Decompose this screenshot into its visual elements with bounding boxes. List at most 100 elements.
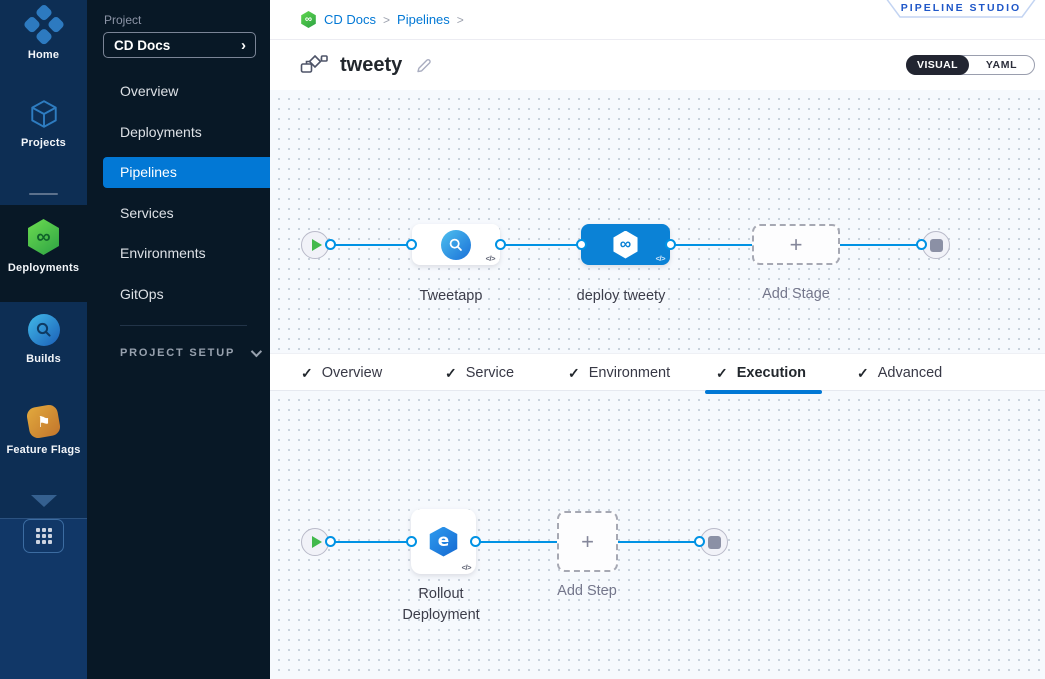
- execution-canvas[interactable]: [270, 391, 1045, 679]
- tab-label: Service: [466, 365, 514, 381]
- tab-label: Execution: [737, 365, 806, 381]
- rail-item-label: Deployments: [8, 262, 79, 274]
- edit-pipeline-button[interactable]: [414, 56, 433, 75]
- check-icon: ✓: [568, 365, 580, 382]
- pipeline-icon: [300, 54, 328, 76]
- plus-icon: +: [790, 234, 803, 256]
- feature-flags-icon: ⚑: [26, 404, 62, 440]
- rail-item-label: Builds: [26, 353, 61, 365]
- grid-icon: [36, 528, 52, 544]
- projects-cube-icon: [28, 98, 60, 130]
- rail-item-deployments[interactable]: ∞ Deployments: [0, 219, 87, 274]
- builds-icon: [28, 314, 60, 346]
- rollout-deployment-icon: e: [428, 527, 460, 557]
- infinity-icon: ∞: [620, 237, 631, 253]
- badge-label: PIPELINE STUDIO: [885, 2, 1037, 14]
- tab-execution[interactable]: ✓ Execution: [716, 354, 806, 392]
- project-setup-toggle[interactable]: PROJECT SETUP: [120, 347, 259, 359]
- plus-icon: +: [581, 531, 594, 553]
- code-icon: </>: [656, 254, 665, 263]
- stage-config-tabs: ✓ Overview ✓ Service ✓ Environment ✓ Exe…: [270, 353, 1045, 391]
- check-icon: ✓: [716, 365, 728, 382]
- stage-canvas[interactable]: [270, 90, 1045, 353]
- connector-dot: [694, 536, 705, 547]
- menu-item-label: Pipelines: [120, 164, 177, 180]
- code-icon: </>: [486, 254, 495, 263]
- project-selector[interactable]: CD Docs ›: [103, 32, 256, 58]
- rail-item-feature-flags[interactable]: ⚑ Feature Flags: [0, 406, 87, 456]
- service-stage-icon: [441, 230, 471, 260]
- sidebar-item-environments[interactable]: Environments: [87, 233, 270, 274]
- connector-dot: [916, 239, 927, 250]
- connector-dot: [470, 536, 481, 547]
- project-setup-label: PROJECT SETUP: [120, 347, 235, 359]
- sidebar-item-pipelines[interactable]: Pipelines: [87, 152, 270, 193]
- step-connector-line: [315, 541, 714, 543]
- menu-item-label: Overview: [120, 83, 178, 99]
- view-toggle: VISUAL YAML: [906, 55, 1035, 75]
- tab-label: Overview: [322, 365, 382, 381]
- rail-item-label: Feature Flags: [6, 444, 80, 456]
- active-tab-underline: [705, 390, 822, 394]
- sidebar-item-services[interactable]: Services: [87, 193, 270, 234]
- breadcrumb-link-pipelines[interactable]: Pipelines: [397, 12, 450, 27]
- chevron-down-icon: [251, 346, 262, 357]
- stop-icon: [708, 536, 721, 549]
- step-label: Rollout Deployment: [391, 584, 491, 626]
- tab-advanced[interactable]: ✓ Advanced: [857, 354, 942, 392]
- menu-item-label: GitOps: [120, 286, 164, 302]
- toggle-yaml-button[interactable]: YAML: [969, 56, 1034, 74]
- add-step-button[interactable]: +: [557, 511, 618, 572]
- magnifier-icon: [35, 321, 53, 339]
- rail-item-builds[interactable]: Builds: [0, 314, 87, 365]
- home-icon: [21, 3, 66, 48]
- infinity-icon: ∞: [305, 15, 312, 25]
- menu-item-label: Deployments: [120, 124, 202, 140]
- chevron-right-icon: ›: [241, 38, 246, 53]
- sidebar-item-deployments[interactable]: Deployments: [87, 112, 270, 153]
- magnifier-icon: [448, 237, 464, 253]
- rollout-glyph: e: [438, 533, 450, 550]
- sidebar-item-gitops[interactable]: GitOps: [87, 274, 270, 315]
- stage-label: deploy tweety: [566, 288, 676, 304]
- tab-label: Environment: [589, 365, 670, 381]
- connector-dot: [325, 536, 336, 547]
- pipeline-studio-badge: PIPELINE STUDIO: [885, 0, 1037, 18]
- stage-label: Tweetapp: [401, 288, 501, 304]
- breadcrumb-separator: >: [383, 13, 390, 27]
- cd-stage-icon: ∞: [612, 231, 640, 259]
- step-card-rollout-deployment[interactable]: e </>: [411, 509, 476, 574]
- module-grid-button[interactable]: [23, 519, 64, 553]
- rail-item-home[interactable]: Home: [0, 10, 87, 61]
- play-icon: [312, 536, 322, 548]
- add-stage-label: Add Stage: [746, 286, 846, 302]
- rail-item-projects[interactable]: Projects: [0, 98, 87, 149]
- add-step-label: Add Step: [537, 583, 637, 599]
- tab-overview[interactable]: ✓ Overview: [301, 354, 382, 392]
- sidebar-item-overview[interactable]: Overview: [87, 71, 270, 112]
- infinity-icon: ∞: [36, 227, 50, 247]
- connector-dot: [325, 239, 336, 250]
- stage-card-tweetapp[interactable]: </>: [412, 224, 500, 265]
- pipeline-studio: ∞ CD Docs > Pipelines > PIPELINE STUDIO …: [270, 0, 1045, 679]
- cd-module-icon: ∞: [300, 11, 317, 28]
- stage-card-deploy-tweety[interactable]: ∞ </>: [581, 224, 670, 265]
- flag-icon: ⚑: [37, 413, 50, 431]
- more-modules-chevron-icon[interactable]: [31, 495, 57, 507]
- toggle-visual-button[interactable]: VISUAL: [906, 55, 969, 75]
- menu-item-label: Environments: [120, 245, 206, 261]
- tab-environment[interactable]: ✓ Environment: [568, 354, 670, 392]
- deployments-icon: ∞: [26, 219, 62, 255]
- tab-service[interactable]: ✓ Service: [445, 354, 514, 392]
- rail-divider: [29, 193, 58, 195]
- pencil-icon: [414, 56, 433, 75]
- module-rail: Home Projects ∞ Deployments Builds ⚑ Fea…: [0, 0, 87, 679]
- add-stage-button[interactable]: +: [752, 224, 840, 265]
- tab-label: Advanced: [878, 365, 943, 381]
- code-icon: </>: [462, 563, 471, 572]
- project-sidebar: Project CD Docs › Overview Deployments P…: [87, 0, 270, 679]
- rail-item-label: Home: [28, 49, 59, 61]
- connector-dot: [406, 239, 417, 250]
- play-icon: [312, 239, 322, 251]
- breadcrumb-link-project[interactable]: CD Docs: [324, 12, 376, 27]
